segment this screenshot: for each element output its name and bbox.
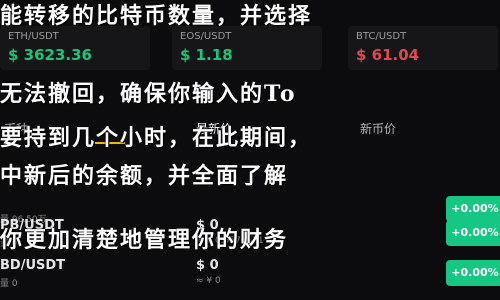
ticker-price: $ 61.04 xyxy=(356,46,420,64)
overlay-text-line: 要持到几个小时，在此期间， xyxy=(0,125,313,151)
ticker-pair: ETH/USDT xyxy=(8,31,59,42)
asset-volume: 量 0 xyxy=(0,279,18,289)
asset-symbol: BD/USDT xyxy=(0,258,66,273)
ticker-pair: EOS/USDT xyxy=(180,31,232,42)
overlay-text-line: 能转移的比特币数量，并选择 xyxy=(0,3,313,29)
ticker-price: $ 3623.36 xyxy=(8,46,92,64)
ticker-price: $ 1.18 xyxy=(180,46,233,64)
overlay-text-line: 你更加清楚地管理你的财务 xyxy=(0,227,289,253)
exchange-market-screen: ETH/USDT $ 3623.36 EOS/USDT $ 1.18 BTC/U… xyxy=(0,0,500,300)
asset-price: $ 0 xyxy=(196,258,219,273)
ticker-pair: BTC/USDT xyxy=(356,31,407,42)
asset-price-cny: ≈ ¥ 0 xyxy=(196,276,221,286)
overlay-text-line: 中新后的余额，并全面了解 xyxy=(0,163,289,189)
ticker-eos[interactable]: EOS/USDT $ 1.18 xyxy=(172,26,322,70)
overlay-text-line: 无法撤回，确保你输入的To xyxy=(0,81,297,107)
ticker-eth[interactable]: ETH/USDT $ 3623.36 xyxy=(0,26,150,70)
list-item[interactable]: BD/USDT 量 0 $ 0 ≈ ¥ 0 +0.00% xyxy=(0,256,500,292)
ticker-btc[interactable]: BTC/USDT $ 61.04 xyxy=(348,26,498,70)
ticker-row: ETH/USDT $ 3623.36 EOS/USDT $ 1.18 BTC/U… xyxy=(0,26,500,70)
change-badge: +0.00% xyxy=(446,260,500,286)
